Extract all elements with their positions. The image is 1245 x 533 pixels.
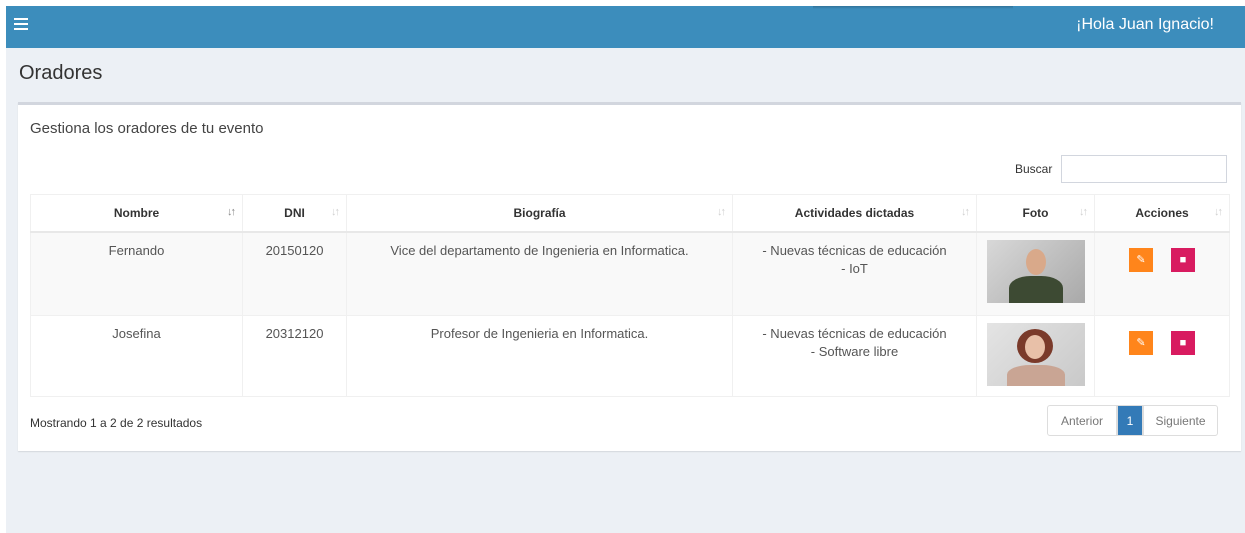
search-label: Buscar <box>1015 162 1053 176</box>
column-header-actividades[interactable]: Actividades dictadas ↓↑ <box>732 194 977 233</box>
delete-button[interactable]: ■ <box>1171 248 1195 272</box>
pagination-page-1[interactable]: 1 <box>1117 405 1143 436</box>
speakers-box: Gestiona los oradores de tu evento Busca… <box>18 102 1241 451</box>
sort-ascending-icon: ↓↑ <box>227 206 236 218</box>
pencil-icon: ✎ <box>1136 254 1146 266</box>
speaker-photo <box>986 323 1085 386</box>
activity-item: - IoT <box>841 261 868 276</box>
speaker-photo <box>986 240 1085 303</box>
cell-biografia: Vice del departamento de Ingenieria en I… <box>346 231 733 316</box>
edit-button[interactable]: ✎ <box>1129 331 1153 355</box>
pagination-next[interactable]: Siguiente <box>1143 405 1218 436</box>
column-header-acciones[interactable]: Acciones ↓↑ <box>1094 194 1230 233</box>
cell-actividades: - Nuevas técnicas de educación - IoT <box>732 231 977 316</box>
sort-icon: ↓↑ <box>1079 206 1088 218</box>
column-header-biografia[interactable]: Biografía ↓↑ <box>346 194 733 233</box>
column-header-nombre[interactable]: Nombre ↓↑ <box>30 194 243 233</box>
column-label: Nombre <box>113 206 160 220</box>
page-title: Oradores <box>19 62 103 84</box>
user-greeting[interactable]: ¡Hola Juan Ignacio! <box>1076 16 1214 34</box>
cell-acciones: ✎ ■ <box>1094 315 1230 397</box>
pagination-previous[interactable]: Anterior <box>1047 405 1117 436</box>
column-header-foto[interactable]: Foto ↓↑ <box>976 194 1095 233</box>
column-label: Biografía <box>513 206 566 220</box>
cell-foto <box>976 315 1095 397</box>
box-subtitle: Gestiona los oradores de tu evento <box>30 120 264 137</box>
trash-icon: ■ <box>1179 254 1187 266</box>
activity-item: - Software libre <box>810 344 899 359</box>
table-row: Josefina 20312120 Profesor de Ingenieria… <box>30 315 1230 397</box>
table-row: Fernando 20150120 Vice del departamento … <box>30 231 1230 316</box>
pencil-icon: ✎ <box>1136 337 1146 349</box>
table-header-row: Nombre ↓↑ DNI ↓↑ Biografía ↓↑ Actividades d… <box>30 194 1230 233</box>
edit-button[interactable]: ✎ <box>1129 248 1153 272</box>
search-input[interactable] <box>1061 155 1227 183</box>
activity-item: - Nuevas técnicas de educación <box>762 326 947 341</box>
trash-icon: ■ <box>1179 337 1187 349</box>
top-navbar: ¡Hola Juan Ignacio! <box>6 6 1245 48</box>
cell-foto <box>976 231 1095 316</box>
column-header-dni[interactable]: DNI ↓↑ <box>242 194 347 233</box>
cell-nombre: Fernando <box>30 231 243 316</box>
sort-icon: ↓↑ <box>961 206 970 218</box>
cell-biografia: Profesor de Ingenieria en Informatica. <box>346 315 733 397</box>
app: ¡Hola Juan Ignacio! Oradores Gestiona lo… <box>6 6 1245 533</box>
column-label: DNI <box>284 206 305 220</box>
activity-item: - Nuevas técnicas de educación <box>762 243 947 258</box>
cell-actividades: - Nuevas técnicas de educación - Softwar… <box>732 315 977 397</box>
cell-dni: 20312120 <box>242 315 347 397</box>
hamburger-menu-icon[interactable] <box>14 18 28 32</box>
cell-dni: 20150120 <box>242 231 347 316</box>
column-label: Actividades dictadas <box>794 206 915 220</box>
cell-nombre: Josefina <box>30 315 243 397</box>
navbar-shadow <box>813 6 1013 9</box>
speakers-table: Nombre ↓↑ DNI ↓↑ Biografía ↓↑ Actividades d… <box>30 194 1230 397</box>
sort-icon: ↓↑ <box>331 206 340 218</box>
delete-button[interactable]: ■ <box>1171 331 1195 355</box>
pagination: Anterior 1 Siguiente <box>1047 405 1218 436</box>
column-label: Acciones <box>1135 206 1189 220</box>
results-info: Mostrando 1 a 2 de 2 resultados <box>30 416 203 430</box>
cell-acciones: ✎ ■ <box>1094 231 1230 316</box>
sort-icon: ↓↑ <box>1214 206 1223 218</box>
column-label: Foto <box>1022 206 1049 220</box>
sort-icon: ↓↑ <box>717 206 726 218</box>
